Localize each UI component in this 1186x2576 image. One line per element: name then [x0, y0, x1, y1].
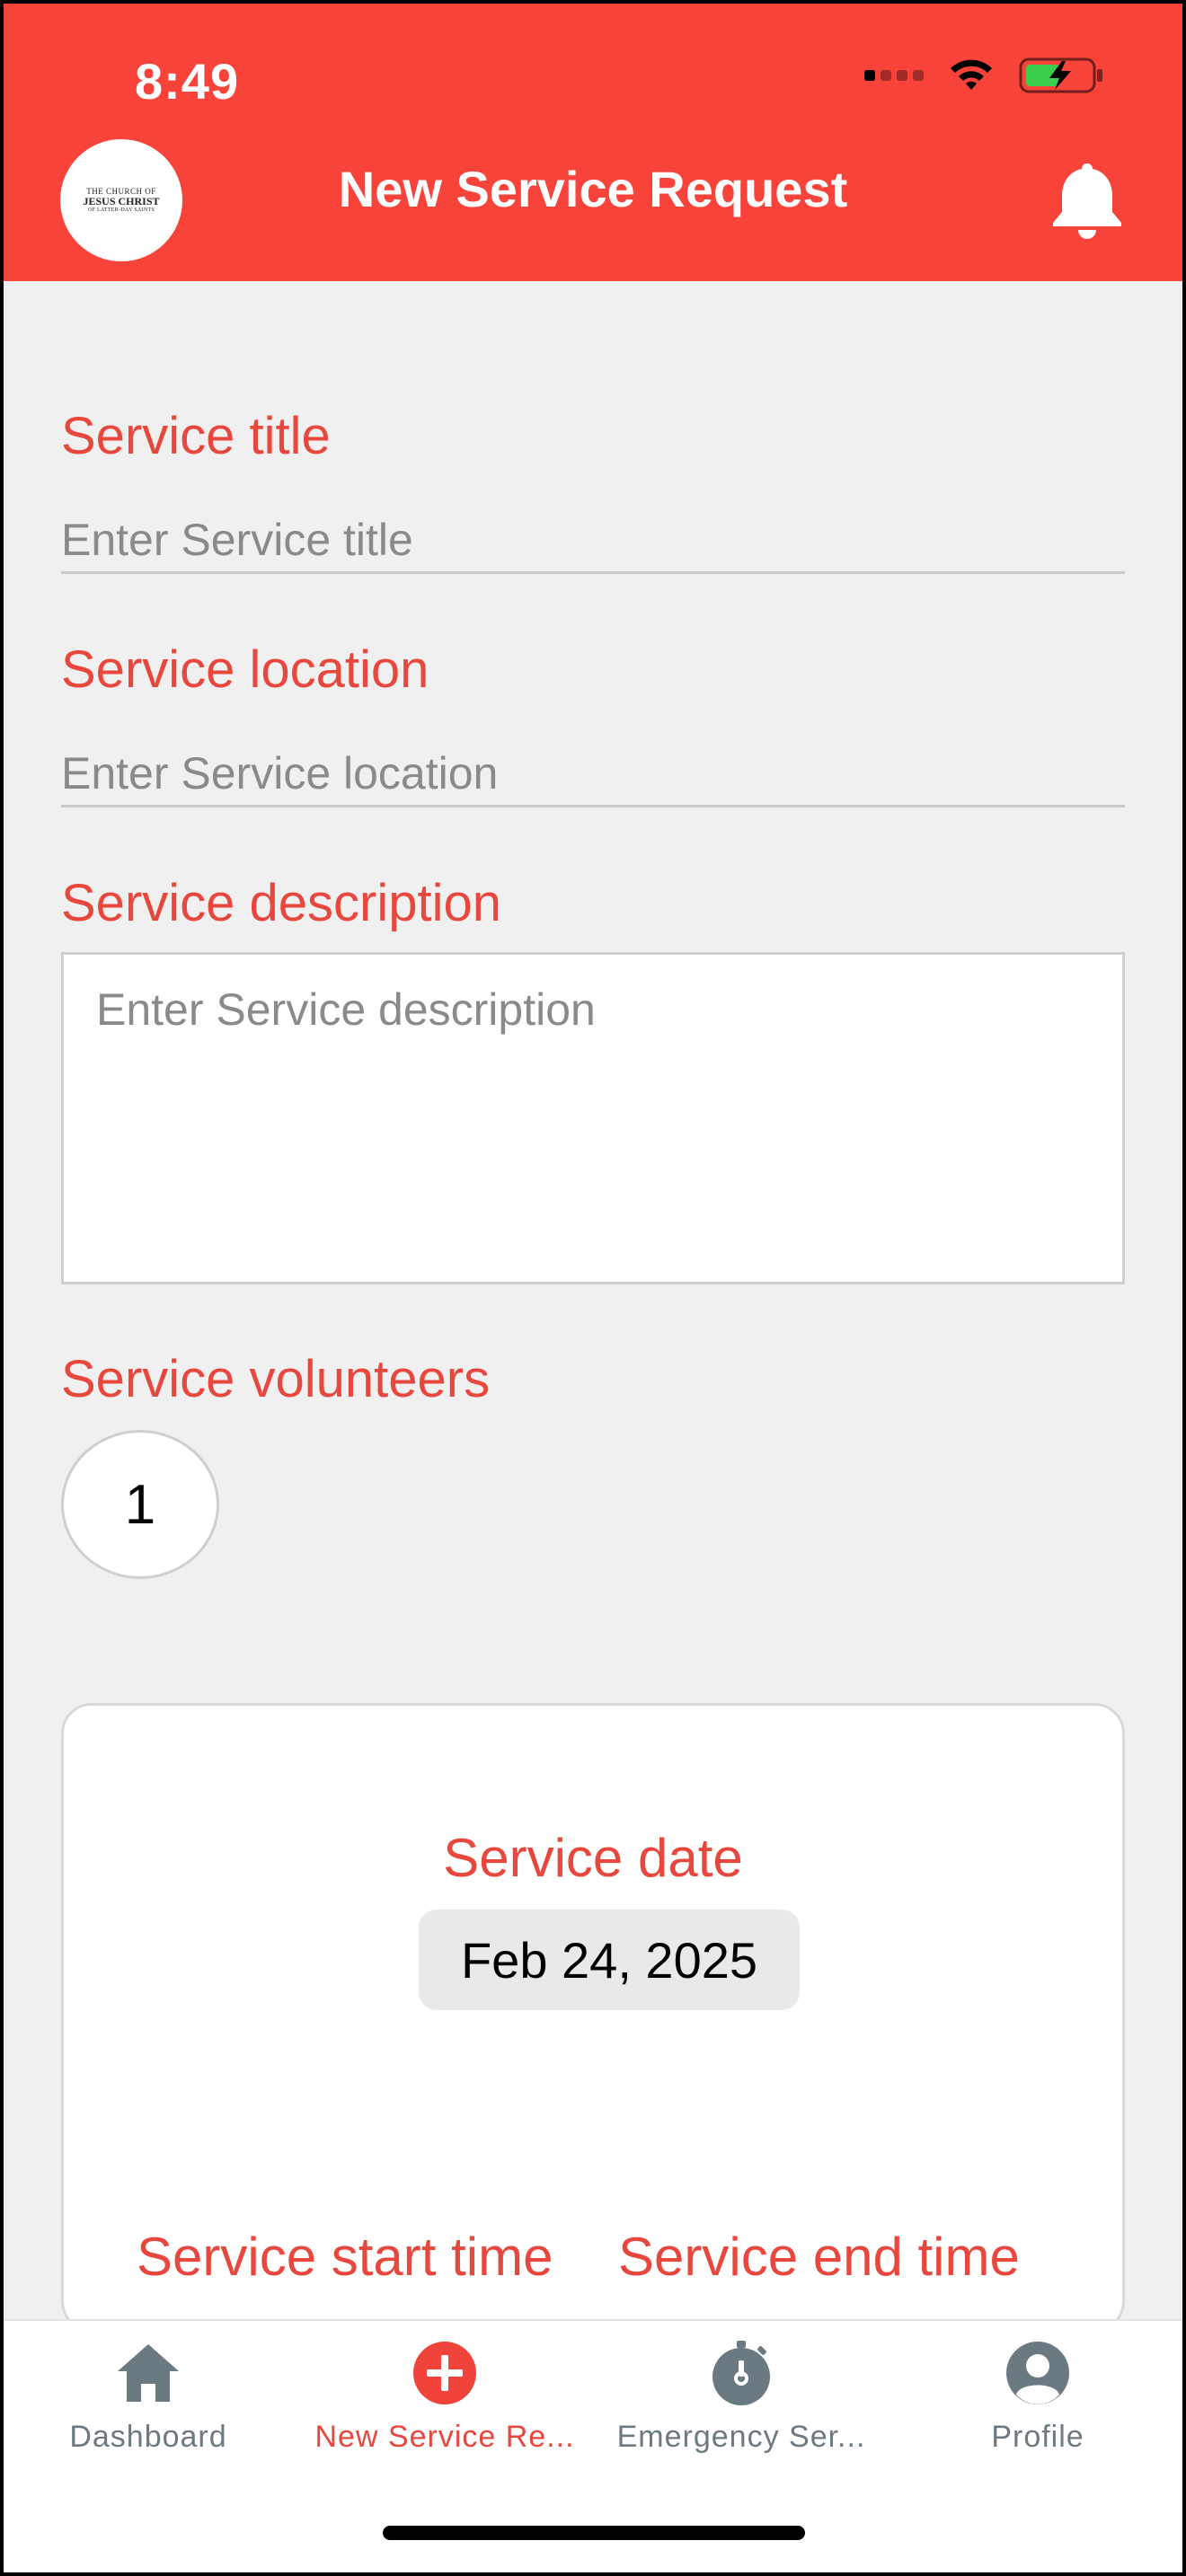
app-header: 8:49 THE CHURCH OF JESUS CHRIST OF LATTE… — [0, 0, 1186, 281]
tab-emergency-service[interactable]: Emergency Ser... — [593, 2339, 890, 2455]
service-location-label: Service location — [61, 640, 429, 699]
tab-label: Profile — [991, 2420, 1084, 2454]
service-title-label: Service title — [61, 407, 331, 465]
page-title: New Service Request — [338, 161, 848, 217]
service-title-input[interactable] — [61, 508, 1125, 574]
user-icon — [1006, 2342, 1069, 2404]
service-description-label: Service description — [61, 874, 501, 932]
service-volunteers-label: Service volunteers — [61, 1350, 491, 1408]
status-time: 8:49 — [135, 53, 240, 110]
volunteers-count-picker[interactable]: 1 — [61, 1430, 219, 1579]
service-end-time-label: Service end time — [618, 2227, 1020, 2287]
tab-label: Dashboard — [69, 2420, 227, 2454]
service-description-input[interactable] — [61, 952, 1125, 1284]
tab-profile[interactable]: Profile — [890, 2339, 1186, 2455]
home-icon — [118, 2344, 179, 2402]
service-location-input[interactable] — [61, 742, 1125, 807]
notification-bell-icon[interactable] — [1049, 160, 1125, 239]
tab-label: Emergency Ser... — [616, 2420, 866, 2454]
tab-new-service-request[interactable]: New Service Re... — [296, 2339, 593, 2455]
tab-label: New Service Re... — [314, 2420, 575, 2454]
service-date-label: Service date — [443, 1828, 743, 1888]
cellular-signal-icon — [864, 70, 924, 81]
tab-dashboard[interactable]: Dashboard — [0, 2339, 296, 2455]
status-icons — [864, 56, 1105, 95]
service-start-time-label: Service start time — [137, 2227, 553, 2287]
plus-circle-icon — [413, 2342, 476, 2404]
home-indicator[interactable] — [383, 2526, 805, 2540]
stopwatch-icon — [712, 2341, 770, 2405]
battery-charging-icon — [1019, 57, 1102, 93]
service-date-picker[interactable]: Feb 24, 2025 — [419, 1910, 800, 2010]
wifi-icon — [951, 59, 992, 90]
